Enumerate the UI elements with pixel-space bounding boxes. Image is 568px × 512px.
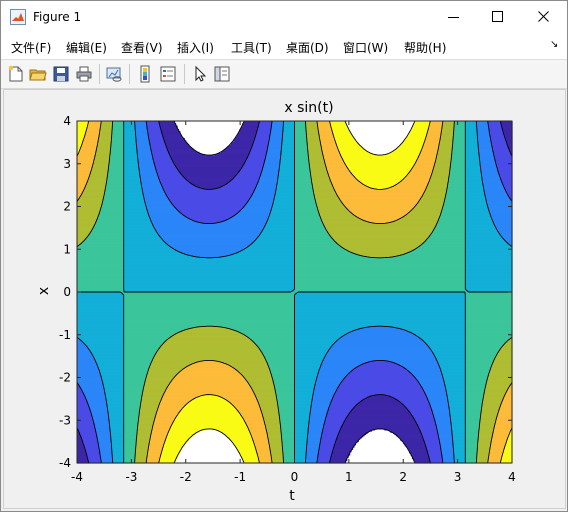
y-tick-label: -2 <box>59 371 71 385</box>
save-icon[interactable] <box>52 65 70 83</box>
y-tick-label: 1 <box>63 242 71 256</box>
plot-title: x sin(t) <box>284 100 334 116</box>
menu-edit[interactable]: 编辑(E) <box>66 39 107 56</box>
menu-dock-arrow-icon[interactable]: ↘ <box>550 39 558 50</box>
insert-colorbar-icon[interactable] <box>136 65 154 83</box>
x-tick-label: 1 <box>345 470 353 484</box>
menu-help[interactable]: 帮助(H) <box>404 39 446 56</box>
new-figure-icon[interactable] <box>7 65 25 83</box>
figure-toolbar <box>1 59 567 89</box>
y-tick-label: 0 <box>63 285 71 299</box>
close-button[interactable] <box>521 1 567 33</box>
y-tick-label: -4 <box>59 456 71 470</box>
x-tick-label: -1 <box>234 470 246 484</box>
x-tick-label: -4 <box>71 470 83 484</box>
x-tick-label: 4 <box>508 470 516 484</box>
figure-canvas: -4 -3 -2 -1 0 1 2 3 4 -4 -3 -2 -1 0 1 2 3 4 x sin(t) t x <box>3 89 566 509</box>
matlab-logo-icon <box>10 9 26 25</box>
print-icon[interactable] <box>75 65 93 83</box>
x-tick-label: -2 <box>180 470 192 484</box>
x-tick-label: 3 <box>454 470 462 484</box>
y-axis-label: x <box>36 286 53 296</box>
y-tick-label: 4 <box>63 114 71 128</box>
y-tick-label: 3 <box>63 157 71 171</box>
toolbar-separator <box>99 64 100 84</box>
title-bar[interactable]: Figure 1 <box>1 1 567 33</box>
maximize-button[interactable] <box>475 1 521 33</box>
open-file-icon[interactable] <box>29 65 47 83</box>
menu-insert[interactable]: 插入(I) <box>177 39 214 56</box>
x-axis-label: t <box>289 488 295 504</box>
menu-desktop[interactable]: 桌面(D) <box>286 39 329 56</box>
menu-window[interactable]: 窗口(W) <box>343 39 388 56</box>
window-title: Figure 1 <box>33 10 82 24</box>
toolbar-separator <box>129 64 130 84</box>
insert-legend-icon[interactable] <box>159 65 177 83</box>
figure-window: Figure 1 文件(F) 编辑(E) 查看(V) 插入(I) 工具(T) 桌… <box>0 0 568 512</box>
maximize-icon <box>492 11 503 22</box>
menu-view[interactable]: 查看(V) <box>121 39 163 56</box>
menu-file[interactable]: 文件(F) <box>11 39 51 56</box>
edit-plot-icon[interactable] <box>191 65 209 83</box>
menu-bar: 文件(F) 编辑(E) 查看(V) 插入(I) 工具(T) 桌面(D) 窗口(W… <box>1 33 567 59</box>
x-tick-label: 2 <box>399 470 407 484</box>
y-tick-label: -3 <box>59 413 71 427</box>
close-icon <box>538 11 549 22</box>
y-tick-label: 2 <box>63 200 71 214</box>
y-tick-label: -1 <box>59 328 71 342</box>
contour-plot[interactable]: -4 -3 -2 -1 0 1 2 3 4 -4 -3 -2 -1 0 1 2 3 4 <box>4 90 565 508</box>
link-plot-icon[interactable] <box>105 65 123 83</box>
menu-tools[interactable]: 工具(T) <box>231 39 272 56</box>
minimize-button[interactable] <box>431 1 477 33</box>
minimize-icon <box>448 17 459 18</box>
property-inspector-icon[interactable] <box>213 65 231 83</box>
x-tick-label: -3 <box>125 470 137 484</box>
x-tick-label: 0 <box>291 470 299 484</box>
toolbar-separator <box>184 64 185 84</box>
